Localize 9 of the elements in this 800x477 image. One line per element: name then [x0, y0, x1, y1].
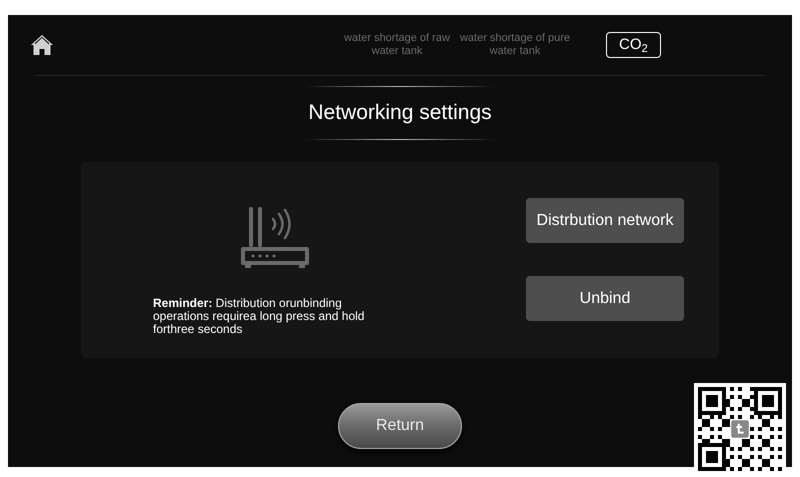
status-indicator: CO$_{2}$	[606, 32, 661, 58]
return-button[interactable]: Return	[338, 402, 462, 448]
status-indicator: water shortage of raw water tank	[343, 32, 451, 58]
page-title: Networking settings	[308, 100, 492, 126]
action-button[interactable]: Unbind	[526, 276, 684, 321]
status-indicator: water shortage of pure water tank	[458, 32, 572, 58]
router-icon	[239, 206, 309, 268]
reminder-text: Reminder: Distribution orunbinding operations requirea long press and hold forthree seconds	[153, 296, 366, 336]
action-button[interactable]: Distrbution network	[526, 198, 684, 243]
